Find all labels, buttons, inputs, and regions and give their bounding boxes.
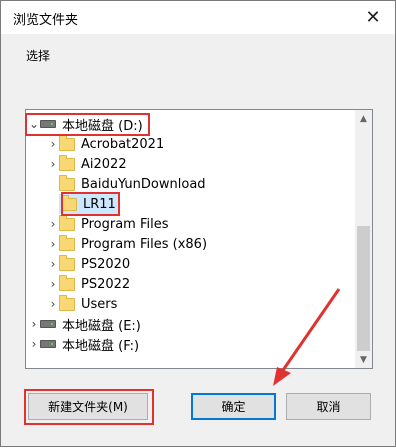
browse-folder-dialog: 浏览文件夹 ✕ 选择 ⌄ 本地磁盘 (D:) › Acrobat2021 › A… [0,0,396,447]
annotation-arrow-icon [273,288,341,386]
